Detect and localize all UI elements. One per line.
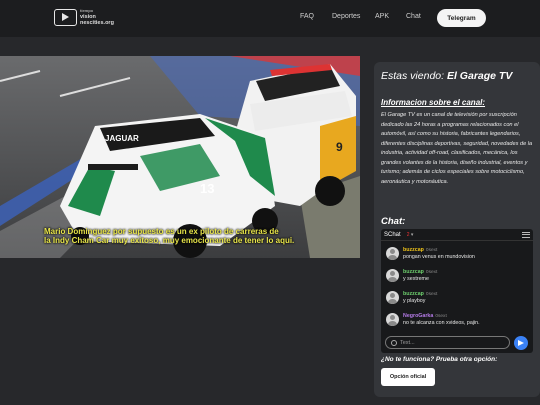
channel-info-heading: Informacion sobre el canal: [381, 98, 486, 107]
chat-message: buzzcap 0sext y playboy [386, 291, 437, 305]
chat-message: buzzcap 0sext pongan venus en mundovision [386, 247, 475, 261]
avatar [386, 269, 399, 282]
play-icon [54, 8, 77, 26]
chat-username[interactable]: buzzcap [403, 269, 424, 275]
chat-username[interactable]: buzzcap [403, 247, 424, 253]
chat-text: y sextreme [403, 276, 429, 282]
subtitle-line-2: la Indy Cham Car muy exitoso, muy emocio… [44, 236, 295, 245]
chat-time: 0sext [425, 292, 438, 297]
chat-message: NegroGarka 0sext no te alcanza con xvideo… [386, 313, 480, 327]
avatar [386, 291, 399, 304]
avatar [386, 313, 399, 326]
chat-text: pongan venus en mundovision [403, 254, 475, 260]
chat-time: 0sext [425, 248, 438, 253]
send-button[interactable] [514, 336, 528, 350]
nav-chat[interactable]: Chat [406, 13, 421, 20]
site-logo[interactable]: tiempo vision nescities.org [54, 8, 114, 26]
official-option-button[interactable]: Opción oficial [381, 368, 435, 386]
video-subtitles: Mario Dominguez por supuesto es un ex pi… [44, 227, 334, 245]
nav-apk[interactable]: APK [375, 13, 389, 20]
svg-text:9: 9 [336, 140, 343, 154]
menu-icon[interactable] [522, 231, 530, 238]
svg-text:13: 13 [200, 181, 214, 196]
chat-brand: SChat [384, 231, 401, 238]
chat-input[interactable]: Text... [385, 336, 510, 349]
avatar [386, 247, 399, 260]
nav-faq[interactable]: FAQ [300, 13, 314, 20]
chat-message: buzzcap 0sext y sextreme [386, 269, 437, 283]
channel-info-text: El Garage TV es un canal de televisión p… [381, 112, 533, 185]
logo-sub-text: nescities.org [80, 20, 114, 26]
chat-time: 0sext [435, 314, 447, 319]
subtitle-line-1: Mario Dominguez por supuesto es un ex pi… [44, 227, 279, 236]
chat-time: 0sext [425, 270, 438, 275]
alt-option-question: ¿No te funciona? Prueba otra opción: [381, 356, 498, 363]
nav-deportes[interactable]: Deportes [332, 13, 360, 20]
chat-widget: SChat 2 ▾ buzzcap 0sext pongan venus en m… [381, 229, 533, 353]
svg-text:JAGUAR: JAGUAR [105, 134, 139, 143]
emoji-icon[interactable] [391, 339, 397, 346]
user-count: 2 ▾ [406, 231, 414, 238]
chat-text: no te alcanza con xvideos, pajin. [403, 320, 480, 326]
chat-heading: Chat: [381, 216, 406, 227]
chat-header: SChat 2 ▾ [381, 229, 533, 241]
now-watching-title: Estas viendo: El Garage TV [381, 70, 513, 82]
chat-username[interactable]: buzzcap [403, 291, 424, 297]
chat-text: y playboy [403, 298, 426, 304]
telegram-button[interactable]: Telegram [437, 9, 486, 27]
chat-username[interactable]: NegroGarka [403, 313, 433, 319]
channel-name: El Garage TV [446, 70, 513, 82]
chat-input-placeholder: Text... [400, 339, 415, 346]
